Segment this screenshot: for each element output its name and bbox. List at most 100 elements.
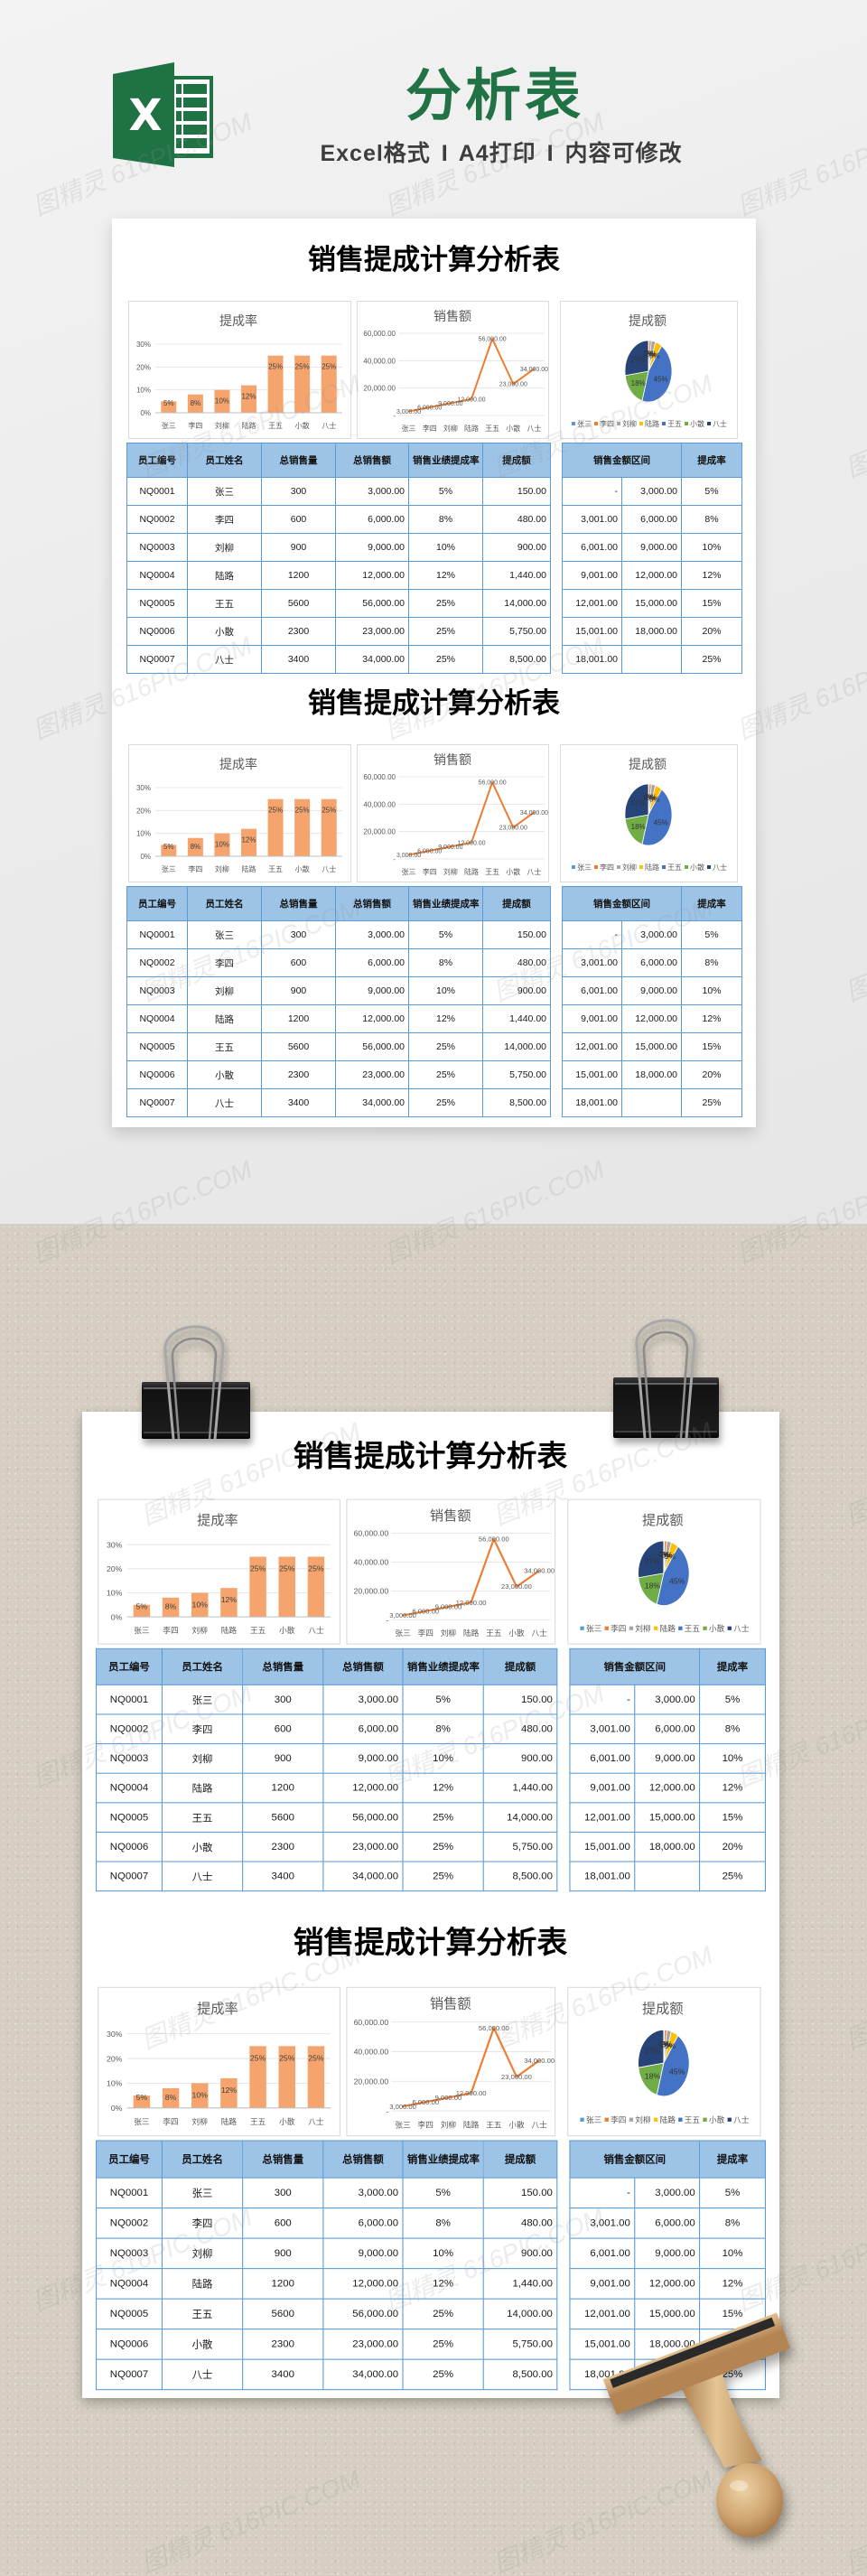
legend-label: 刘柳 (622, 419, 637, 428)
bar-data-label: 25% (268, 807, 283, 815)
column-header-commission-rate: 销售业绩提成率 (402, 1647, 484, 1685)
pie-data-label: 45% (669, 2067, 685, 2076)
range-lower-cell: 6,001.00 (569, 1743, 636, 1774)
y-tick-label: 0% (111, 2104, 123, 2113)
legend-item: 张三 (580, 2115, 602, 2124)
line-data-label: 56,000.00 (479, 780, 507, 787)
x-category-label: 小散 (506, 424, 520, 433)
bar-data-label: 25% (250, 1563, 266, 1573)
range-lower-cell: 12,001.00 (569, 1802, 636, 1833)
bar-data-label: 25% (322, 363, 336, 371)
column-header-employee-name: 员工姓名 (187, 886, 262, 921)
total-sales-cell: 56,000.00 (335, 589, 409, 618)
commission-rate-cell: 8% (408, 505, 483, 534)
column-header-employee-name: 员工姓名 (161, 1647, 244, 1685)
excel-logo-icon: X (107, 56, 224, 173)
legend-swatch (617, 422, 620, 425)
sales-commission-table: 员工编号 员工姓名 总销售量 总销售额 销售业绩提成率 提成额 NQ0001 张三 300 3,0… (126, 443, 551, 674)
employee-id-cell: NQ0004 (95, 1772, 163, 1804)
pie-data-label: 45% (654, 818, 668, 826)
total-quantity-cell: 300 (261, 477, 336, 506)
pie-data-label: 45% (669, 1577, 685, 1586)
legend-item: 李四 (594, 419, 614, 428)
legend-item: 张三 (572, 863, 592, 872)
commission-amount-cell: 5,750.00 (482, 1060, 551, 1089)
legend-item: 八士 (707, 419, 727, 428)
table-row: 3,001.00 6,000.00 8% (569, 1713, 767, 1745)
table-row: NQ0007 八士 3400 34,000.00 25% 8,500.00 (126, 645, 551, 674)
y-tick-label: - (386, 2106, 388, 2115)
commission-amount-cell: 900.00 (482, 2237, 558, 2270)
tier-rate-cell: 5% (699, 2177, 767, 2209)
bar-data-label: 25% (268, 363, 283, 371)
commission-rate-bar-chart: 提成率 0% 10% 20% 30% 5% 张三 8% 李四 10% 刘柳 12% 陆路 25% 王五 25%… (98, 1498, 340, 1645)
employee-name-cell: 李四 (161, 2207, 244, 2239)
table-header-row: 销售金额区间 提成率 (562, 443, 742, 478)
legend-swatch (580, 1626, 584, 1630)
y-tick-label: 40,000.00 (354, 1558, 389, 1567)
total-sales-cell: 6,000.00 (335, 948, 409, 977)
employee-id-cell: NQ0001 (126, 477, 188, 506)
legend-swatch (678, 1626, 683, 1630)
promo-subtitle: Excel格式 I A4打印 I 内容可修改 (320, 141, 683, 166)
range-lower-cell: 3,001.00 (562, 948, 622, 977)
employee-name-cell: 王五 (161, 2298, 244, 2330)
total-quantity-cell: 600 (242, 2207, 324, 2239)
excel-logo-graphic: X (113, 62, 213, 167)
sales-amount-line-chart: 销售额 -20,000.00 40,000.00 60,000.00 3,000.00 张… (346, 1498, 556, 1645)
bar-data-label: 12% (241, 836, 256, 845)
commission-tier-table: 销售金额区间 提成率 -3,000.00 5% 3,001.00 6,000.00 8% 6,… (562, 886, 742, 1117)
legend-swatch (629, 2117, 634, 2122)
range-lower-cell: 3,001.00 (562, 505, 622, 534)
range-lower-cell: 9,001.00 (562, 1004, 622, 1033)
tier-rate-cell: 12% (699, 1772, 767, 1804)
total-quantity-cell: 3400 (242, 2358, 324, 2391)
legend-swatch (580, 2117, 584, 2122)
commission-amount-cell: 480.00 (482, 2207, 558, 2239)
sales-amount-line-chart: 销售额 -20,000.00 40,000.00 60,000.00 3,000.00 张… (346, 1986, 556, 2137)
employee-name-cell: 李四 (187, 505, 262, 534)
commission-rate-cell: 5% (402, 2177, 484, 2209)
sheet-title: 销售提成计算分析表 (293, 1925, 568, 1960)
employee-id-cell: NQ0002 (95, 2207, 163, 2239)
total-sales-cell: 9,000.00 (322, 2237, 404, 2270)
chart-title: 销售额 (430, 1508, 471, 1524)
commission-amount-pie-chart: 提成额 0% 2% 3% 5% 45% 18% 27% 张三 李四 刘柳 陆路 王五 小散 八士 (567, 1498, 761, 1645)
y-tick-label: 60,000.00 (354, 1529, 389, 1538)
range-upper-cell: 18,000.00 (634, 1831, 701, 1862)
legend-label: 李四 (611, 2114, 626, 2124)
y-tick-label: 20% (136, 807, 151, 815)
column-header-employee-id: 员工编号 (126, 443, 188, 478)
legend-label: 王五 (685, 2115, 701, 2124)
range-upper-cell: 12,000.00 (621, 561, 682, 590)
total-sales-cell: 3,000.00 (322, 1684, 404, 1715)
table-row: 9,001.00 12,000.00 12% (562, 561, 742, 590)
pie-data-label: 27% (645, 1556, 661, 1565)
y-tick-label: 60,000.00 (363, 330, 396, 338)
table-row: NQ0004 陆路 1200 12,000.00 12% 1,440.00 (95, 2268, 558, 2300)
x-category-label: 王五 (268, 865, 283, 873)
column-header-total-sales: 总销售额 (322, 2140, 404, 2179)
employee-name-cell: 小散 (187, 617, 262, 646)
promo-title: 分析表 (405, 65, 584, 127)
line-chart-svg: 销售额-20,000.0040,000.0060,000.003,000.00张… (354, 1997, 555, 2130)
legend-item: 八士 (707, 863, 727, 872)
pie-data-label: 18% (645, 1582, 661, 1591)
legend-label: 刘柳 (635, 1623, 650, 1633)
sales-commission-table: 员工编号 员工姓名 总销售量 总销售额 销售业绩提成率 提成额 NQ0001 张三 300 3,0… (126, 886, 551, 1117)
y-tick-label: 10% (107, 1589, 123, 1598)
total-sales-cell: 23,000.00 (335, 1060, 409, 1089)
x-category-label: 小散 (506, 867, 520, 876)
table-row: 18,001.00 25% (562, 1088, 742, 1117)
legend-label: 陆路 (645, 863, 659, 872)
legend-item: 小散 (685, 863, 704, 872)
sheet-section: 销售提成计算分析表 提成率 0% 10% 20% 30% 5% 张三 8% 李四 10% 刘柳 12% 陆… (126, 680, 742, 1117)
tier-rate-cell: 15% (699, 1802, 767, 1833)
commission-rate-cell: 25% (402, 2329, 484, 2360)
commission-amount-cell: 14,000.00 (482, 1802, 558, 1833)
tier-rate-cell: 15% (681, 589, 742, 618)
total-quantity-cell: 3400 (261, 645, 336, 674)
range-lower-cell: 6,001.00 (562, 976, 622, 1005)
line-data-label: 56,000.00 (479, 337, 507, 343)
x-category-label: 王五 (250, 2117, 266, 2126)
